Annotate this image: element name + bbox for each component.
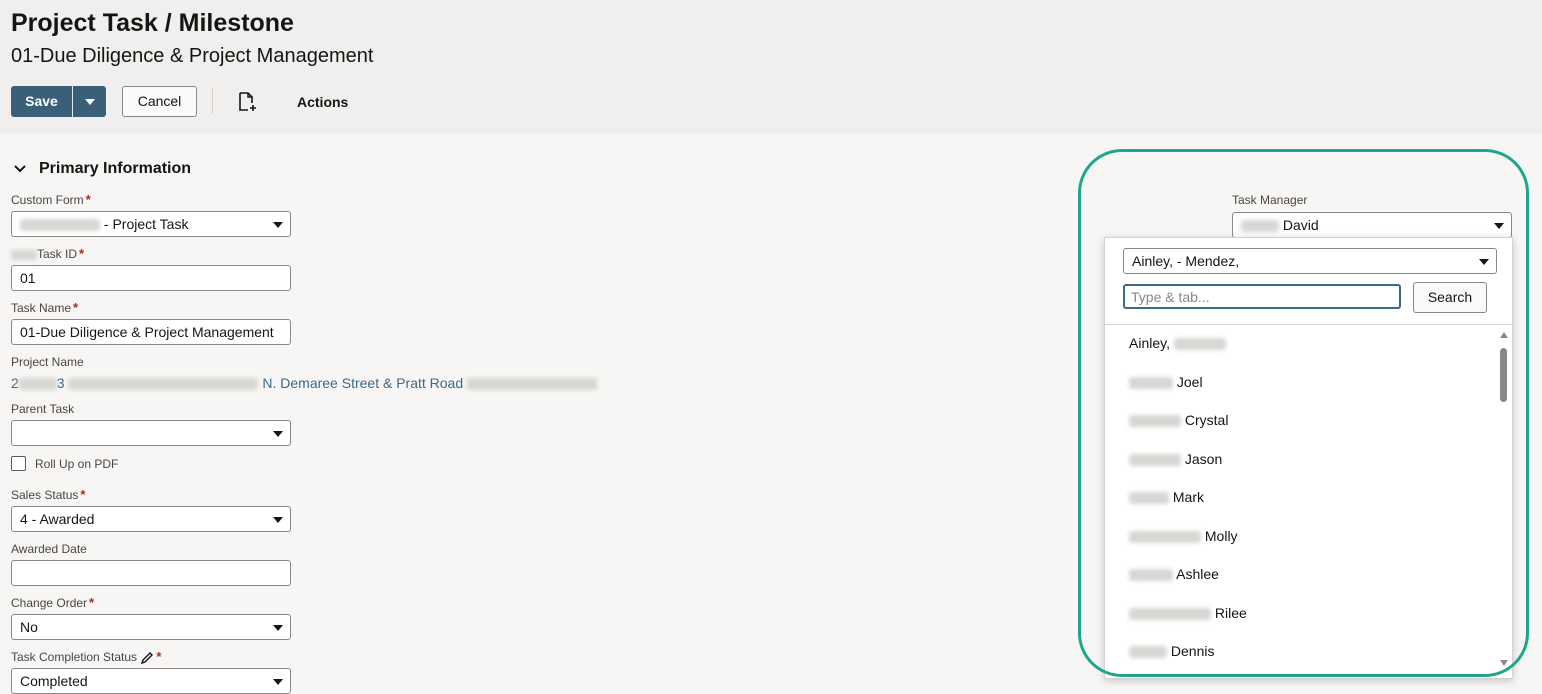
change-order-value: No (20, 619, 38, 635)
change-order-label: Change Order * (11, 595, 94, 610)
new-document-icon[interactable] (237, 91, 257, 112)
change-order-select[interactable]: No (11, 614, 291, 640)
project-name-street: N. Demaree Street & Pratt Road (262, 375, 464, 391)
task-name-input[interactable]: 01-Due Diligence & Project Management (11, 319, 291, 345)
sales-status-select[interactable]: 4 - Awarded (11, 506, 291, 532)
dropdown-arrow-icon (273, 625, 283, 631)
save-button-group: Save (11, 86, 106, 117)
required-indicator: * (73, 300, 79, 315)
task-completion-status-label-text: Task Completion Status (11, 650, 138, 664)
sales-status-value: 4 - Awarded (20, 511, 95, 527)
parent-task-select[interactable] (11, 420, 291, 446)
section-title-primary-information[interactable]: Primary Information (39, 160, 191, 178)
task-name-label: Task Name * (11, 300, 78, 315)
save-button[interactable]: Save (11, 86, 72, 117)
redacted-text (68, 378, 259, 391)
awarded-date-label: Awarded Date (11, 542, 87, 556)
task-id-label-text: Task ID (37, 247, 78, 261)
dropdown-arrow-icon (273, 222, 283, 228)
page-subtitle: 01-Due Diligence & Project Management (11, 45, 374, 67)
task-completion-status-label: Task Completion Status * (11, 649, 161, 665)
custom-form-label: Custom Form * (11, 192, 91, 207)
parent-task-label: Parent Task (11, 402, 75, 416)
required-indicator: * (85, 192, 91, 207)
required-indicator: * (80, 487, 86, 502)
dropdown-arrow-icon (273, 431, 283, 437)
toolbar-divider (212, 88, 213, 114)
required-indicator: * (79, 246, 85, 261)
redacted-text (18, 378, 57, 391)
task-id-value: 01 (20, 270, 36, 286)
roll-up-label: Roll Up on PDF (35, 457, 119, 471)
task-name-value: 01-Due Diligence & Project Management (20, 324, 274, 340)
custom-form-select[interactable]: - Project Task (11, 211, 291, 237)
project-name-prefix: 2 (11, 375, 19, 391)
redacted-text (467, 378, 598, 391)
redacted-text (20, 219, 100, 232)
project-name-label: Project Name (11, 355, 84, 369)
required-indicator: * (89, 595, 95, 610)
dropdown-arrow-icon (273, 517, 283, 523)
actions-menu[interactable]: Actions (297, 94, 348, 110)
sales-status-label-text: Sales Status (11, 488, 79, 502)
task-id-label: Task ID * (11, 246, 84, 261)
custom-form-value: - Project Task (103, 216, 189, 232)
chevron-down-icon[interactable] (13, 163, 27, 175)
pencil-icon (141, 651, 154, 664)
task-id-input[interactable]: 01 (11, 265, 291, 291)
task-name-label-text: Task Name (11, 301, 72, 315)
highlight-annotation (1078, 149, 1529, 677)
change-order-label-text: Change Order (11, 596, 88, 610)
redacted-text (11, 249, 37, 260)
project-name-mid: 3 (56, 375, 65, 391)
sales-status-label: Sales Status * (11, 487, 85, 502)
chevron-down-icon (84, 98, 95, 105)
project-name-link[interactable]: 2 3 N. Demaree Street & Pratt Road (11, 375, 598, 391)
required-indicator: * (156, 649, 162, 664)
custom-form-label-text: Custom Form (11, 193, 84, 207)
task-completion-status-select[interactable]: Completed (11, 668, 291, 694)
page-title: Project Task / Milestone (11, 9, 294, 37)
roll-up-checkbox[interactable] (11, 456, 26, 471)
awarded-date-input[interactable] (11, 560, 291, 586)
dropdown-arrow-icon (273, 679, 283, 685)
cancel-button[interactable]: Cancel (122, 86, 197, 117)
save-menu-button[interactable] (73, 86, 106, 117)
